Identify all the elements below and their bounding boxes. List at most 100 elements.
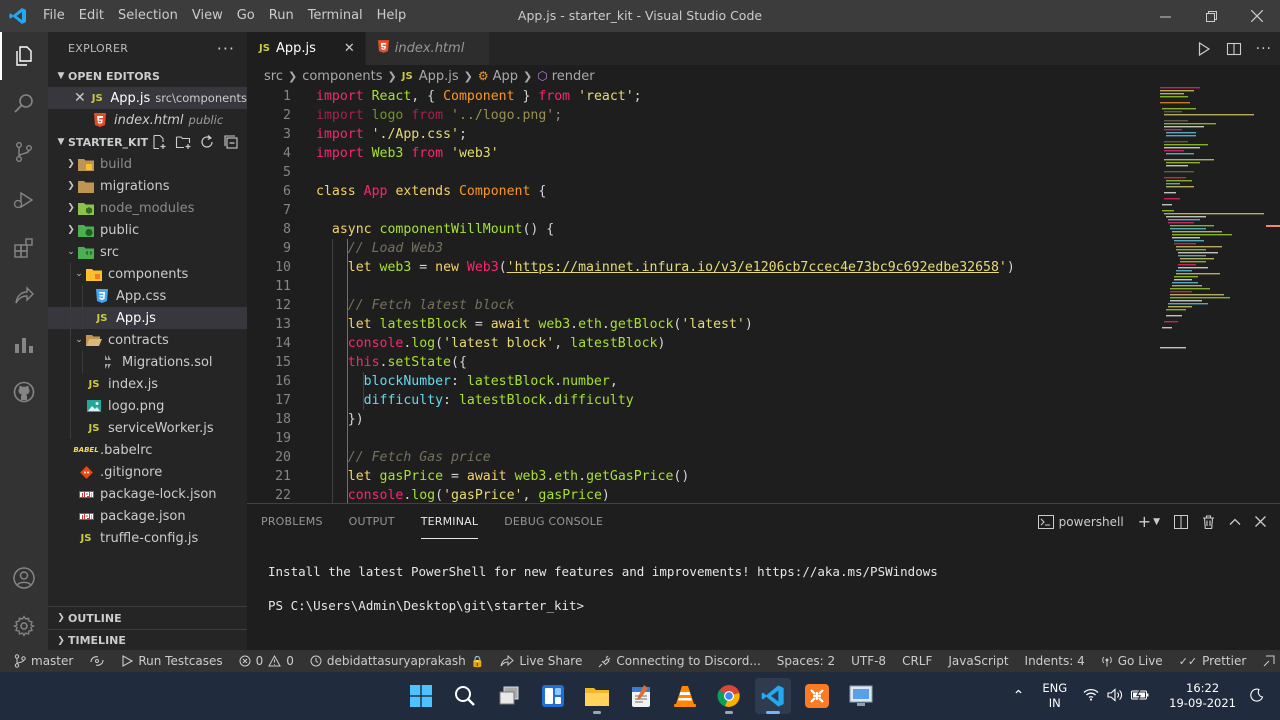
- new-file-icon[interactable]: [151, 134, 167, 150]
- menu-help[interactable]: Help: [370, 0, 414, 32]
- discord-status[interactable]: Connecting to Discord...: [590, 654, 768, 668]
- restore-button[interactable]: [1188, 0, 1234, 32]
- run-testcases-status[interactable]: Run Testcases: [113, 654, 230, 668]
- language-status[interactable]: JavaScript: [940, 654, 1016, 668]
- problems-status[interactable]: 0 0: [231, 654, 302, 668]
- account-icon[interactable]: [0, 554, 48, 602]
- tree-item-babelrc[interactable]: BABEL .babelrc: [48, 439, 247, 461]
- breadcrumb-class[interactable]: App: [493, 69, 518, 84]
- tree-item-src[interactable]: ⌄ src: [48, 241, 247, 263]
- open-editor-app-js[interactable]: ✕ JS App.js src\components: [48, 87, 247, 109]
- tree-item-public[interactable]: ❯ public: [48, 219, 247, 241]
- open-editors-section[interactable]: ▼ OPEN EDITORS: [48, 65, 247, 87]
- search-taskbar-button[interactable]: [447, 678, 483, 714]
- remote-desktop-button[interactable]: [843, 678, 879, 714]
- live-share-icon[interactable]: [0, 272, 48, 320]
- tree-item-app-css[interactable]: App.css: [48, 285, 247, 307]
- tree-item-index-js[interactable]: JS index.js: [48, 373, 247, 395]
- close-icon[interactable]: ✕: [74, 90, 88, 106]
- panel-tab-terminal[interactable]: TERMINAL: [420, 504, 479, 539]
- terminal-prompt[interactable]: PS C:\Users\Admin\Desktop\git\starter_ki…: [268, 598, 584, 613]
- menu-view[interactable]: View: [185, 0, 230, 32]
- close-panel-icon[interactable]: [1255, 516, 1266, 527]
- tree-item-build[interactable]: ❯ build: [48, 153, 247, 175]
- language-indicator[interactable]: ENG IN: [1036, 681, 1079, 711]
- menu-go[interactable]: Go: [230, 0, 262, 32]
- tree-item-contracts[interactable]: ⌄ contracts: [48, 329, 247, 351]
- run-debug-icon[interactable]: [0, 176, 48, 224]
- breadcrumb-components[interactable]: components: [302, 69, 382, 84]
- tree-item-truffle-config-js[interactable]: JS truffle-config.js: [48, 527, 247, 549]
- stats-icon[interactable]: [0, 320, 48, 368]
- tree-item-package-json[interactable]: package.json: [48, 505, 247, 527]
- tab-app-js[interactable]: JS App.js ✕: [247, 32, 366, 65]
- code-editor[interactable]: 1 import React, { Component } from 'react…: [247, 87, 1280, 503]
- outline-section[interactable]: ❯ OUTLINE: [48, 607, 247, 629]
- focus-assist-icon[interactable]: [1246, 688, 1280, 705]
- github-icon[interactable]: [0, 368, 48, 416]
- menu-run[interactable]: Run: [262, 0, 301, 32]
- more-actions-icon[interactable]: ···: [1256, 41, 1272, 57]
- panel-tab-debug-console[interactable]: DEBUG CONSOLE: [504, 504, 603, 539]
- breadcrumb-method[interactable]: render: [552, 69, 595, 84]
- source-control-icon[interactable]: [0, 128, 48, 176]
- start-button[interactable]: [403, 678, 439, 714]
- terminal-selector[interactable]: powershell: [1037, 514, 1124, 529]
- refresh-icon[interactable]: [199, 134, 215, 150]
- collapse-all-icon[interactable]: [223, 134, 239, 150]
- scrollbar-marker[interactable]: [1266, 225, 1280, 227]
- vlc-app-button[interactable]: [667, 678, 703, 714]
- split-terminal-icon[interactable]: [1174, 514, 1188, 529]
- new-terminal-button[interactable]: + ▼: [1138, 512, 1160, 531]
- more-actions-icon[interactable]: ···: [217, 39, 235, 58]
- tree-item-app-js[interactable]: JS App.js: [48, 307, 247, 329]
- chevron-up-icon[interactable]: ⌃: [1001, 688, 1037, 704]
- new-folder-icon[interactable]: [175, 134, 191, 150]
- tree-item-migrations[interactable]: ❯ migrations: [48, 175, 247, 197]
- account-status[interactable]: debidattasuryaprakash 🔒: [302, 654, 493, 668]
- prettier-status[interactable]: ✓✓ Prettier: [1171, 654, 1255, 668]
- minimap[interactable]: [1158, 85, 1268, 365]
- minimize-button[interactable]: [1142, 0, 1188, 32]
- menu-terminal[interactable]: Terminal: [301, 0, 370, 32]
- battery-icon[interactable]: [1127, 689, 1159, 704]
- timeline-section[interactable]: ❯ TIMELINE: [48, 629, 247, 650]
- indents-status[interactable]: Indents: 4: [1017, 654, 1093, 668]
- tree-item-package-lock-json[interactable]: package-lock.json: [48, 483, 247, 505]
- tab-index-html[interactable]: index.html: [365, 32, 490, 65]
- tree-item-service-worker-js[interactable]: JS serviceWorker.js: [48, 417, 247, 439]
- widgets-button[interactable]: [535, 678, 571, 714]
- spaces-status[interactable]: Spaces: 2: [769, 654, 843, 668]
- maximize-panel-icon[interactable]: [1229, 516, 1241, 528]
- panel-tab-problems[interactable]: PROBLEMS: [261, 504, 323, 539]
- extensions-icon[interactable]: [0, 224, 48, 272]
- open-editor-index-html[interactable]: index.html public: [48, 109, 247, 131]
- breadcrumb-file[interactable]: App.js: [419, 69, 459, 84]
- branch-status[interactable]: master: [0, 654, 81, 668]
- chrome-app-button[interactable]: [711, 678, 747, 714]
- run-icon[interactable]: [1196, 41, 1212, 57]
- tree-item-migrations-sol[interactable]: Migrations.sol: [48, 351, 247, 373]
- eol-status[interactable]: CRLF: [894, 654, 940, 668]
- tree-item-logo-png[interactable]: logo.png: [48, 395, 247, 417]
- project-section[interactable]: ▼ STARTER_KIT: [48, 131, 247, 153]
- tree-item-gitignore[interactable]: .gitignore: [48, 461, 247, 483]
- tree-item-node-modules[interactable]: ❯ node_modules: [48, 197, 247, 219]
- vscode-app-button[interactable]: [755, 678, 791, 714]
- close-icon[interactable]: ✕: [344, 41, 355, 56]
- encoding-status[interactable]: UTF-8: [843, 654, 894, 668]
- search-icon[interactable]: [0, 80, 48, 128]
- xampp-app-button[interactable]: [799, 678, 835, 714]
- panel-tab-output[interactable]: OUTPUT: [349, 504, 395, 539]
- feedback-status[interactable]: [1254, 654, 1280, 668]
- settings-gear-icon[interactable]: [0, 602, 48, 650]
- file-explorer-button[interactable]: [579, 678, 615, 714]
- tree-item-components[interactable]: ⌄ components: [48, 263, 247, 285]
- notepad-app-button[interactable]: [623, 678, 659, 714]
- volume-icon[interactable]: [1103, 687, 1127, 705]
- go-live-status[interactable]: Go Live: [1093, 654, 1171, 668]
- menu-selection[interactable]: Selection: [111, 0, 185, 32]
- clock[interactable]: 16:22 19-09-2021: [1159, 681, 1246, 711]
- explorer-icon[interactable]: [0, 32, 48, 80]
- live-share-status[interactable]: Live Share: [492, 654, 590, 668]
